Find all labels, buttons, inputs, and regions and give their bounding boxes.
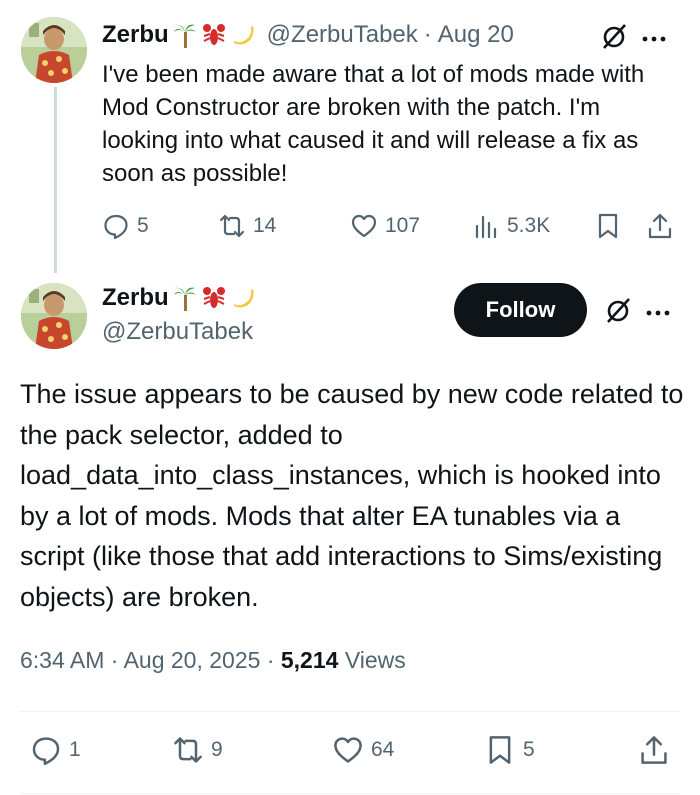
repost-icon [174,737,202,763]
repost-button[interactable]: 14 [218,212,276,240]
tweet-meta: 6:34 AM · Aug 20, 2025 · 5,214 Views [20,647,406,674]
grok-icon[interactable] [600,22,628,55]
views-button[interactable]: 5.3K [472,212,550,240]
thread-line [54,87,57,273]
palm-tree-emoji [173,22,197,48]
reply-count: 5 [137,214,149,237]
like-icon [351,214,377,238]
avatar[interactable] [21,283,87,349]
share-button[interactable] [638,734,670,766]
divider [20,711,680,712]
repost-count: 9 [211,738,223,761]
reply-icon [104,214,128,240]
author-name[interactable]: Zerbu [102,284,169,312]
more-icon[interactable] [642,30,666,48]
separator-dot: · [110,647,119,673]
bookmark-icon [489,736,511,764]
separator-dot: · [423,21,432,48]
reply-button[interactable]: 1 [30,734,81,766]
like-count: 64 [371,738,395,761]
follow-button[interactable]: Follow [454,283,587,337]
repost-icon [219,214,245,238]
repost-count: 14 [253,214,277,237]
palm-tree-emoji [173,285,197,311]
tweet2-name-row: Zerbu [102,284,255,312]
tweet-time[interactable]: 6:34 AM [20,647,104,673]
like-button[interactable]: 64 [332,734,394,766]
separator-dot: · [266,647,275,673]
tweet1-header: Zerbu @ZerbuTabek · Aug 20 [102,18,514,52]
views-label: Views [344,647,406,673]
author-handle[interactable]: @ZerbuTabek [267,21,418,49]
tweet-date[interactable]: Aug 20, 2025 [124,647,261,673]
author-handle[interactable]: @ZerbuTabek [102,318,253,346]
avatar[interactable] [21,17,87,83]
share-button[interactable] [646,212,674,240]
views-count: 5,214 [280,647,339,673]
lobster-emoji [201,285,227,311]
more-icon[interactable] [646,304,670,322]
bookmark-icon [598,213,618,239]
divider [20,793,680,794]
tweet1-actions: 5 14 107 5.3K [100,212,680,246]
tweet1-text: I've been made aware that a lot of mods … [102,61,645,187]
bookmark-button[interactable]: 5 [484,734,535,766]
author-name[interactable]: Zerbu [102,21,169,49]
bookmark-count: 5 [523,738,535,761]
tweet2-text: The issue appears to be caused by new co… [20,379,684,612]
like-icon [334,737,362,763]
views-icon [475,215,497,239]
reply-count: 1 [69,738,81,761]
reply-icon [32,737,60,765]
grok-icon[interactable] [604,296,632,329]
share-icon [641,736,667,764]
like-button[interactable]: 107 [350,212,420,240]
views-count: 5.3K [507,214,551,237]
banana-emoji [231,286,255,310]
tweet-date[interactable]: Aug 20 [438,21,514,49]
like-count: 107 [385,214,421,237]
lobster-emoji [201,22,227,48]
reply-button[interactable]: 5 [102,212,149,240]
tweet2-actions: 1 9 64 5 [20,734,680,772]
repost-button[interactable]: 9 [172,734,223,766]
banana-emoji [231,23,255,47]
bookmark-button[interactable] [594,212,622,240]
share-icon [648,213,672,239]
